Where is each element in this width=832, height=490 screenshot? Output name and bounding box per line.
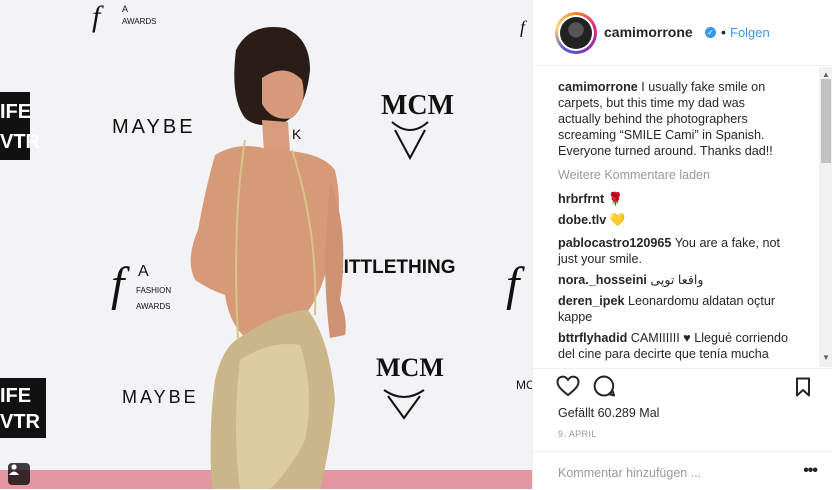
svg-text:MC: MC bbox=[516, 378, 532, 392]
svg-text:FASHION: FASHION bbox=[136, 286, 171, 295]
load-more-comments-button[interactable]: Weitere Kommentare laden bbox=[558, 168, 710, 182]
more-options-icon[interactable]: ••• bbox=[803, 462, 818, 480]
svg-text:IFE: IFE bbox=[0, 101, 31, 123]
svg-text:IFE: IFE bbox=[0, 385, 31, 407]
svg-text:VTR: VTR bbox=[0, 131, 41, 153]
list-item: hrbrfrnt 🌹 bbox=[558, 191, 790, 207]
verified-badge-icon: ✓ bbox=[705, 27, 716, 38]
comment-text: واقعا توپی bbox=[650, 273, 704, 287]
scrollbar-thumb[interactable] bbox=[821, 79, 831, 163]
svg-text:VTR: VTR bbox=[0, 411, 41, 433]
follow-button[interactable]: Folgen bbox=[730, 25, 770, 40]
post-sidebar: camimorrone ✓ • Folgen camimorrone I usu… bbox=[532, 0, 832, 489]
heart-icon[interactable] bbox=[556, 375, 580, 402]
comments-scrollbar[interactable]: ▲ ▼ bbox=[819, 67, 832, 367]
user-tag-icon[interactable] bbox=[8, 463, 30, 485]
comment-username[interactable]: pablocastro120965 bbox=[558, 236, 671, 250]
list-item: bttrflyhadid CAMIIIIII ♥ Llegué corriend… bbox=[558, 330, 790, 362]
post-photo[interactable]: f A AWARDS MAYBE K MCM f A FASHION AWARD… bbox=[0, 0, 532, 489]
maybelline-logo: MAYBE bbox=[112, 116, 196, 138]
caption-username[interactable]: camimorrone bbox=[558, 80, 638, 94]
list-item: nora._hosseini واقعا توپی bbox=[558, 272, 790, 288]
svg-text:K: K bbox=[292, 126, 302, 142]
comment-username[interactable]: deren_ipek bbox=[558, 294, 625, 308]
list-item: pablocastro120965 You are a fake, not ju… bbox=[558, 235, 790, 267]
comment-username[interactable]: hrbrfrnt bbox=[558, 192, 604, 206]
svg-text:MCM: MCM bbox=[376, 353, 444, 382]
scroll-down-icon[interactable]: ▼ bbox=[822, 353, 830, 362]
scroll-up-icon[interactable]: ▲ bbox=[822, 70, 830, 79]
avatar[interactable] bbox=[555, 12, 597, 54]
svg-text:A: A bbox=[138, 263, 149, 280]
mcm-logo: MCM bbox=[381, 90, 454, 121]
comment-username[interactable]: bttrflyhadid bbox=[558, 331, 627, 345]
littlething-logo: LITTLETHING bbox=[332, 257, 455, 278]
post-header: camimorrone ✓ • Folgen bbox=[533, 0, 832, 66]
list-item: deren_ipek Leonardomu aldatan oçtur kapp… bbox=[558, 293, 790, 325]
comment-text: 🌹 bbox=[607, 192, 624, 206]
comment-bubble-icon[interactable] bbox=[593, 375, 615, 402]
add-comment-bar: Kommentar hinzufügen ... ••• bbox=[533, 451, 832, 490]
comments-list[interactable]: camimorrone I usually fake smile on carp… bbox=[533, 67, 821, 367]
svg-text:AWARDS: AWARDS bbox=[136, 302, 171, 311]
separator-dot: • bbox=[721, 24, 726, 40]
photo-illustration: f A AWARDS MAYBE K MCM f A FASHION AWARD… bbox=[0, 0, 532, 489]
post-date[interactable]: 9. APRIL bbox=[558, 429, 597, 439]
awards-text-top: AWARDS bbox=[122, 17, 157, 26]
svg-text:A: A bbox=[122, 4, 128, 14]
bookmark-icon[interactable] bbox=[795, 377, 811, 402]
comment-text: 💛 bbox=[609, 213, 626, 227]
header-username[interactable]: camimorrone bbox=[604, 24, 693, 40]
list-item: dobe.tlv 💛 bbox=[558, 212, 790, 228]
comment-username[interactable]: dobe.tlv bbox=[558, 213, 606, 227]
likes-count[interactable]: Gefällt 60.289 Mal bbox=[558, 406, 659, 420]
caption: camimorrone I usually fake smile on carp… bbox=[558, 79, 790, 159]
add-comment-input[interactable]: Kommentar hinzufügen ... bbox=[558, 466, 701, 480]
svg-text:MAYBE: MAYBE bbox=[122, 387, 199, 407]
post-actions bbox=[533, 368, 832, 405]
comment-username[interactable]: nora._hosseini bbox=[558, 273, 647, 287]
